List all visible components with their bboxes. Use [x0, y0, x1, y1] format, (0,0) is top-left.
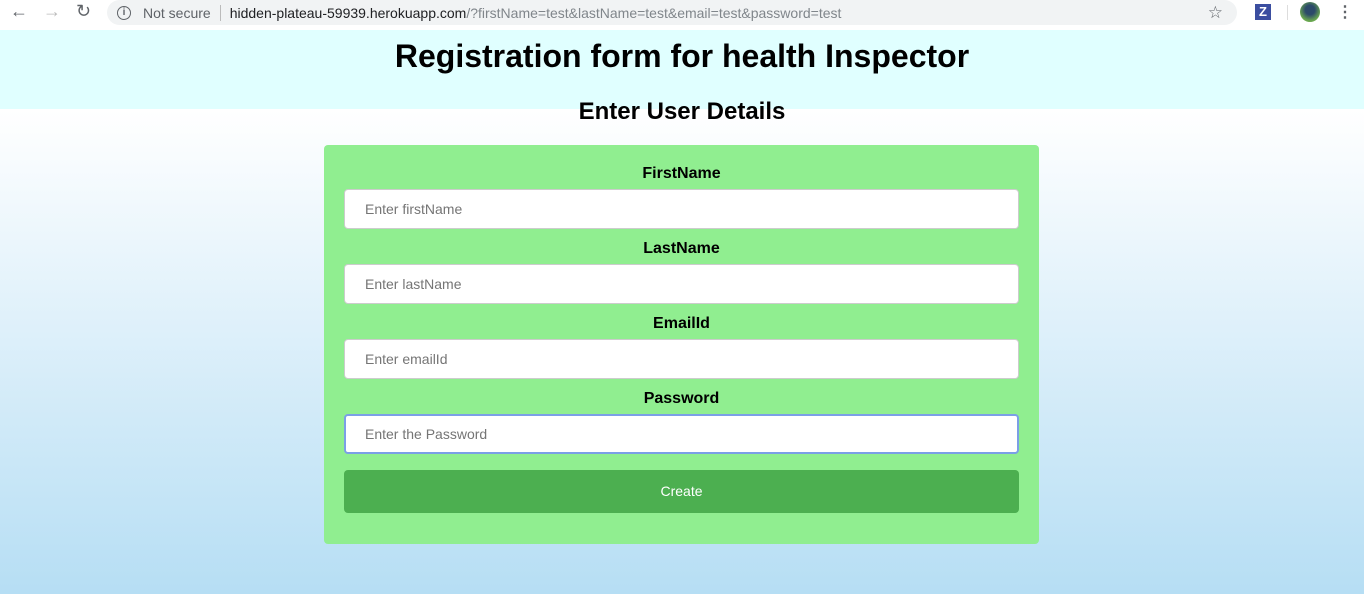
firstname-input[interactable]: Enter firstName — [344, 189, 1019, 229]
url-query: /?firstName=test&lastName=test&email=tes… — [466, 4, 842, 21]
page-subtitle: Enter User Details — [578, 98, 786, 125]
firstname-label: FirstName — [642, 165, 721, 182]
security-label: Not secure — [143, 4, 211, 21]
url-host: hidden-plateau-59939.herokuapp.com — [229, 4, 467, 21]
browser-toolbar: ← → ↻ i Not secure hidden-plateau-59939.… — [0, 0, 1364, 25]
registration-form: FirstName Enter firstName LastName Enter… — [324, 145, 1039, 544]
password-input[interactable]: Enter the Password — [344, 414, 1019, 454]
password-label: Password — [643, 390, 720, 407]
reload-icon[interactable]: ↻ — [76, 1, 91, 22]
back-icon[interactable]: ← — [10, 1, 28, 22]
lastname-label: LastName — [643, 240, 720, 257]
create-button[interactable]: Create — [344, 470, 1019, 513]
lastname-input[interactable]: Enter lastName — [344, 264, 1019, 304]
page-title: Registration form for health Inspector — [394, 38, 970, 74]
forward-icon[interactable]: → — [43, 1, 61, 22]
email-input[interactable]: Enter emailId — [344, 339, 1019, 379]
page: Registration form for health Inspector E… — [0, 30, 1364, 594]
profile-avatar[interactable] — [1300, 2, 1320, 22]
extension-z-icon[interactable]: Z — [1255, 4, 1271, 20]
menu-kebab-icon[interactable]: ⋮ — [1337, 2, 1353, 22]
address-bar[interactable]: i Not secure hidden-plateau-59939.heroku… — [107, 0, 1237, 25]
info-icon[interactable]: i — [117, 5, 131, 20]
email-label: EmailId — [653, 315, 710, 332]
bookmark-star-icon[interactable]: ☆ — [1208, 3, 1223, 23]
